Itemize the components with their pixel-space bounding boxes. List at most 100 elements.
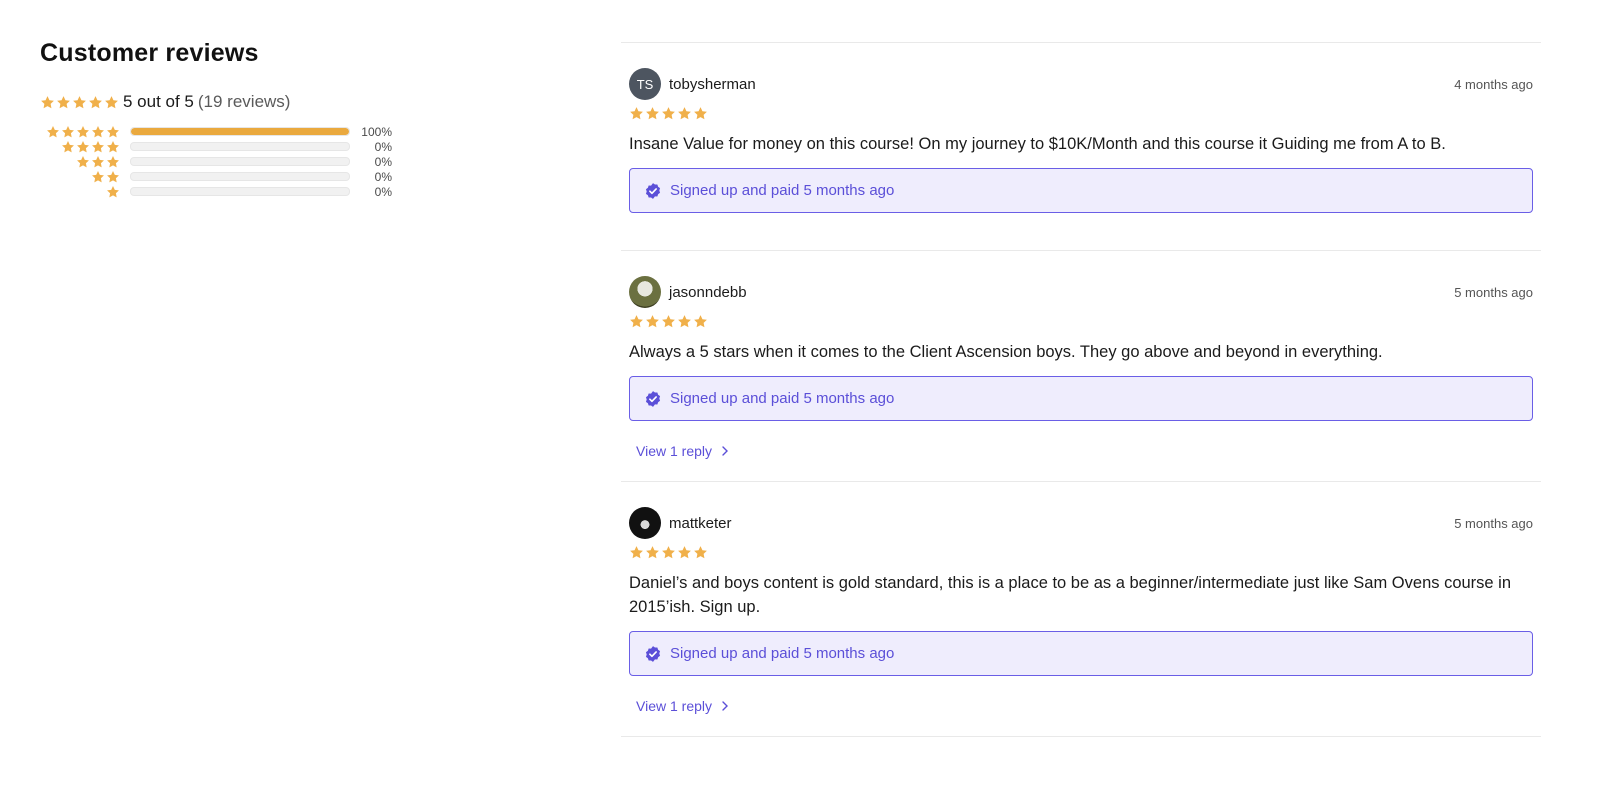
breakdown-bar-fill bbox=[131, 128, 349, 135]
review-username[interactable]: tobysherman bbox=[669, 76, 756, 93]
verified-text: Signed up and paid 5 months ago bbox=[670, 182, 895, 199]
verified-check-icon bbox=[644, 390, 662, 408]
chevron-right-icon bbox=[721, 701, 729, 711]
avatar[interactable] bbox=[629, 276, 661, 308]
breakdown-stars bbox=[44, 125, 120, 139]
breakdown-percent: 0% bbox=[374, 154, 392, 169]
view-reply-link[interactable]: View 1 reply bbox=[636, 698, 729, 714]
star-icon bbox=[629, 314, 644, 329]
breakdown-stars bbox=[44, 185, 120, 199]
star-icon bbox=[106, 125, 120, 139]
view-reply-label: View 1 reply bbox=[636, 443, 713, 459]
view-reply-label: View 1 reply bbox=[636, 698, 713, 714]
verified-text: Signed up and paid 5 months ago bbox=[670, 645, 895, 662]
star-icon bbox=[46, 125, 60, 139]
review-time: 5 months ago bbox=[1454, 284, 1533, 300]
review-text: Insane Value for money on this course! O… bbox=[629, 135, 1446, 153]
star-icon bbox=[693, 545, 708, 560]
review-stars bbox=[629, 311, 1533, 331]
review-username[interactable]: jasonndebb bbox=[669, 284, 747, 301]
breakdown-row-4[interactable]: 0% bbox=[44, 139, 420, 154]
reviews-page: Customer reviews 5 out of 5 (19 reviews)… bbox=[0, 0, 1600, 785]
breakdown-row-1[interactable]: 0% bbox=[44, 184, 420, 199]
review-time: 4 months ago bbox=[1454, 76, 1533, 92]
review-header: jasonndebb 5 months ago bbox=[629, 276, 1533, 308]
star-icon bbox=[61, 125, 75, 139]
breakdown-row-2[interactable]: 0% bbox=[44, 169, 420, 184]
breakdown-percent: 100% bbox=[361, 124, 392, 139]
review-count: (19 reviews) bbox=[197, 92, 291, 111]
review-spacer bbox=[629, 213, 1533, 250]
review-text: Always a 5 stars when it comes to the Cl… bbox=[629, 343, 1383, 361]
breakdown-bar bbox=[130, 142, 350, 151]
avatar[interactable] bbox=[629, 507, 661, 539]
breakdown-row-3[interactable]: 0% bbox=[44, 154, 420, 169]
star-icon bbox=[693, 106, 708, 121]
star-icon bbox=[106, 170, 120, 184]
review-username[interactable]: mattketer bbox=[669, 515, 732, 532]
star-icon bbox=[88, 95, 103, 110]
star-icon bbox=[661, 106, 676, 121]
star-icon bbox=[693, 314, 708, 329]
breakdown-row-5[interactable]: 100% bbox=[44, 124, 420, 139]
star-icon bbox=[72, 95, 87, 110]
star-icon bbox=[106, 140, 120, 154]
verified-check-icon bbox=[644, 645, 662, 663]
overall-rating-text: 5 out of 5 bbox=[123, 92, 194, 111]
breakdown-stars bbox=[44, 155, 120, 169]
summary-title: Customer reviews bbox=[40, 39, 259, 67]
star-icon bbox=[76, 140, 90, 154]
overall-stars bbox=[40, 95, 119, 110]
review-header: TS tobysherman 4 months ago bbox=[629, 68, 1533, 100]
rating-breakdown: 100% 0% 0% 0% 0% bbox=[44, 124, 420, 199]
review-item: jasonndebb 5 months ago Always a 5 stars… bbox=[621, 250, 1541, 481]
star-icon bbox=[106, 155, 120, 169]
review-spacer bbox=[629, 461, 1533, 481]
verified-purchase-badge: Signed up and paid 5 months ago bbox=[629, 631, 1533, 676]
verified-check-icon bbox=[644, 182, 662, 200]
star-icon bbox=[677, 314, 692, 329]
breakdown-percent: 0% bbox=[374, 184, 392, 199]
breakdown-bar bbox=[130, 187, 350, 196]
review-time: 5 months ago bbox=[1454, 515, 1533, 531]
star-icon bbox=[629, 106, 644, 121]
star-icon bbox=[104, 95, 119, 110]
star-icon bbox=[76, 155, 90, 169]
star-icon bbox=[91, 170, 105, 184]
chevron-right-icon bbox=[721, 446, 729, 456]
review-item: mattketer 5 months ago Daniel’s and boys… bbox=[621, 481, 1541, 737]
review-spacer bbox=[629, 716, 1533, 736]
verified-purchase-badge: Signed up and paid 5 months ago bbox=[629, 168, 1533, 213]
star-icon bbox=[91, 140, 105, 154]
star-icon bbox=[91, 125, 105, 139]
reviews-summary: Customer reviews 5 out of 5 (19 reviews)… bbox=[40, 36, 420, 199]
star-icon bbox=[106, 185, 120, 199]
review-text: Daniel’s and boys content is gold standa… bbox=[629, 574, 1512, 616]
star-icon bbox=[629, 545, 644, 560]
star-icon bbox=[645, 106, 660, 121]
breakdown-percent: 0% bbox=[374, 139, 392, 154]
verified-text: Signed up and paid 5 months ago bbox=[670, 390, 895, 407]
view-reply-link[interactable]: View 1 reply bbox=[636, 443, 729, 459]
overall-rating: 5 out of 5 (19 reviews) bbox=[40, 90, 420, 114]
reviews-list: TS tobysherman 4 months ago Insane Value… bbox=[621, 42, 1541, 737]
breakdown-bar bbox=[130, 157, 350, 166]
star-icon bbox=[645, 545, 660, 560]
breakdown-stars bbox=[44, 170, 120, 184]
star-icon bbox=[661, 314, 676, 329]
breakdown-stars bbox=[44, 140, 120, 154]
review-stars bbox=[629, 103, 1533, 123]
review-stars bbox=[629, 542, 1533, 562]
avatar[interactable]: TS bbox=[629, 68, 661, 100]
star-icon bbox=[91, 155, 105, 169]
star-icon bbox=[76, 125, 90, 139]
star-icon bbox=[61, 140, 75, 154]
review-header: mattketer 5 months ago bbox=[629, 507, 1533, 539]
review-item: TS tobysherman 4 months ago Insane Value… bbox=[621, 42, 1541, 250]
breakdown-percent: 0% bbox=[374, 169, 392, 184]
breakdown-bar bbox=[130, 127, 350, 136]
star-icon bbox=[661, 545, 676, 560]
star-icon bbox=[40, 95, 55, 110]
verified-purchase-badge: Signed up and paid 5 months ago bbox=[629, 376, 1533, 421]
star-icon bbox=[677, 106, 692, 121]
